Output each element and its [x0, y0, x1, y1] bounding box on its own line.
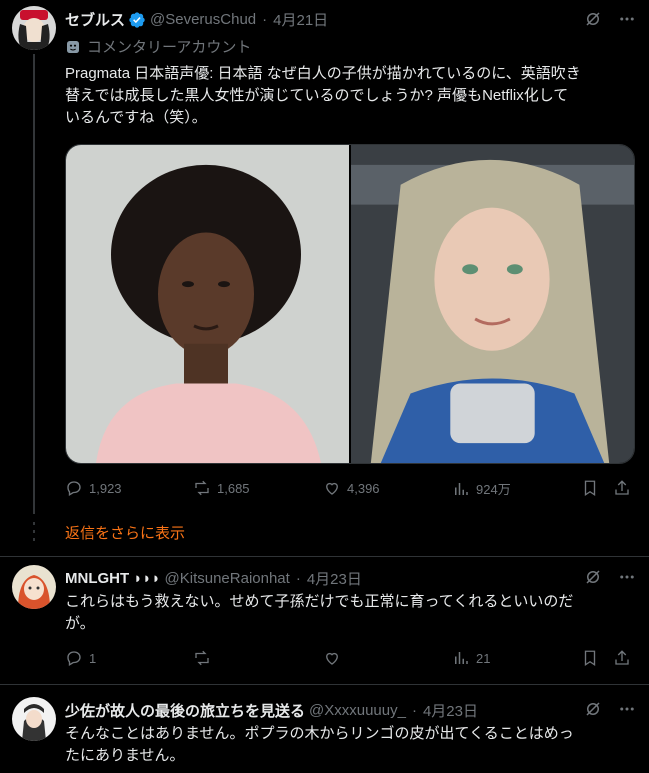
views-button[interactable]: 924万 [452, 479, 511, 498]
avatar[interactable] [12, 565, 56, 609]
repost-button[interactable]: 1,685 [193, 479, 250, 497]
repost-icon [195, 650, 209, 666]
verified-icon [129, 11, 145, 28]
post-date[interactable]: 4月23日 [423, 700, 478, 721]
avatar-image [12, 565, 56, 609]
like-button[interactable] [323, 649, 347, 667]
more-icon[interactable] [618, 568, 636, 586]
post-3[interactable]: 少佐が故人の最後の旅立ちを見送る @Xxxxuuuuy_ · 4月23日 そんな… [0, 685, 649, 773]
avatar[interactable] [12, 697, 56, 741]
grok-icon[interactable] [584, 568, 602, 586]
reply-icon [67, 481, 81, 496]
grok-icon[interactable] [584, 700, 602, 718]
post-actions: 1 21 [65, 649, 640, 673]
separator-dot: · [262, 11, 268, 28]
views-icon [455, 482, 468, 495]
post-text-line: いるんですね（笑）。 [65, 109, 207, 126]
avatar[interactable] [12, 6, 56, 50]
media-image-actress[interactable] [66, 145, 349, 463]
avatar-image [12, 6, 56, 50]
author-handle[interactable]: @SeverusChud [150, 11, 256, 28]
reply-button[interactable]: 1,923 [65, 479, 122, 497]
views-count: 21 [476, 650, 491, 666]
post-text-line: これらはもう救えない。せめて子孫だけでも正常に育ってくれるといいのだ [65, 593, 574, 610]
show-more-replies-link[interactable]: 返信をさらに表示 [65, 522, 185, 543]
post-text-line: Pragmata 日本語声優: 日本語 なぜ白人の子供が描かれているのに、英語吹… [65, 65, 581, 82]
more-icon[interactable] [618, 10, 636, 28]
post-text: Pragmata 日本語声優: 日本語 なぜ白人の子供が描かれているのに、英語吹… [65, 63, 640, 129]
post-text-line: そんなことはありません。ポプラの木からリンゴの皮が出てくることはめっ [65, 725, 574, 742]
thread-gap-dot [33, 522, 35, 525]
bookmark-button[interactable] [581, 649, 599, 667]
author-handle[interactable]: @Xxxxuuuuy_ [309, 702, 406, 719]
share-button[interactable] [613, 479, 631, 497]
author-name[interactable]: MNLGHT ◗◗◗ [65, 570, 161, 587]
post-header: セブルス @SeverusChud · 4月21日 [65, 9, 328, 30]
post-top-icons [584, 10, 636, 28]
views-icon [455, 652, 468, 664]
author-name[interactable]: セブルス [65, 9, 125, 30]
share-icon [615, 480, 629, 495]
share-button[interactable] [613, 649, 631, 667]
bookmark-button[interactable] [581, 479, 599, 497]
post-top-icons [584, 568, 636, 586]
separator-dot: · [411, 702, 417, 719]
account-label-text: コメンタリーアカウント [87, 39, 252, 56]
post-text: そんなことはありません。ポプラの木からリンゴの皮が出てくることはめっ たにありま… [65, 723, 640, 767]
media-image-character[interactable] [351, 145, 634, 463]
post-2[interactable]: MNLGHT ◗◗◗ @KitsuneRaionhat · 4月23日 これらは… [0, 557, 649, 679]
post-1[interactable]: セブルス @SeverusChud · 4月21日 コメンタリーアカウント Pr… [0, 0, 649, 520]
like-icon [326, 652, 338, 665]
share-icon [615, 650, 629, 665]
post-date[interactable]: 4月23日 [307, 568, 362, 589]
reply-count: 1,923 [89, 480, 122, 496]
post-media[interactable] [65, 144, 635, 464]
repost-icon [195, 480, 209, 496]
reply-button[interactable]: 1 [65, 649, 96, 667]
avatar-image [12, 697, 56, 741]
like-icon [326, 482, 338, 495]
post-actions: 1,923 1,685 4,396 924万 [65, 479, 640, 503]
grok-icon[interactable] [584, 10, 602, 28]
reply-count: 1 [89, 650, 97, 666]
views-button[interactable]: 21 [452, 649, 490, 667]
post-text-line: たにありません。 [65, 747, 185, 764]
separator-dot: · [295, 570, 301, 587]
bookmark-icon [584, 480, 596, 497]
like-count: 4,396 [347, 480, 380, 496]
like-button[interactable]: 4,396 [323, 479, 380, 497]
author-handle[interactable]: @KitsuneRaionhat [165, 570, 290, 587]
author-name[interactable]: 少佐が故人の最後の旅立ちを見送る [65, 700, 305, 721]
masks-icon [67, 40, 79, 53]
bookmark-icon [584, 650, 596, 667]
post-text-line: が。 [65, 615, 95, 632]
actress-photo [66, 145, 349, 463]
post-date[interactable]: 4月21日 [273, 9, 328, 30]
post-header: 少佐が故人の最後の旅立ちを見送る @Xxxxuuuuy_ · 4月23日 [65, 700, 478, 721]
more-icon[interactable] [618, 700, 636, 718]
thread-gap-dot [33, 538, 35, 541]
repost-count: 1,685 [217, 480, 250, 496]
repost-button[interactable] [193, 649, 217, 667]
views-count: 924万 [476, 482, 511, 497]
thread-gap-dot [33, 530, 35, 533]
post-text-line: 替えでは成長した黒人女性が演じているのでしょうか? 声優もNetflix化して [65, 87, 569, 104]
post-text: これらはもう救えない。せめて子孫だけでも正常に育ってくれるといいのだ が。 [65, 591, 640, 635]
post-header: MNLGHT ◗◗◗ @KitsuneRaionhat · 4月23日 [65, 568, 362, 589]
account-label: コメンタリーアカウント [65, 36, 251, 57]
thread-line [33, 54, 35, 514]
reply-icon [67, 651, 81, 666]
character-render [351, 145, 634, 463]
post-top-icons [584, 700, 636, 718]
